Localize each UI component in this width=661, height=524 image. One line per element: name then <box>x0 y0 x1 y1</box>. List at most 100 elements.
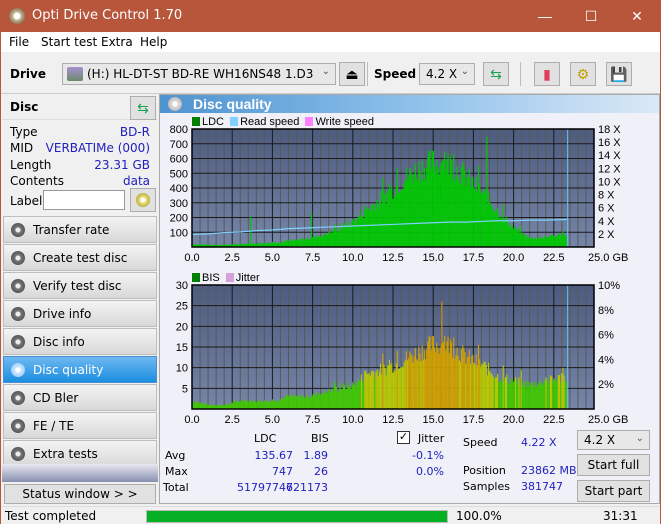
y2-tick-label: 12 X <box>598 163 621 175</box>
data-bar <box>316 237 319 247</box>
data-bar <box>338 231 340 247</box>
disc-icon <box>11 419 25 433</box>
nav-transfer-rate[interactable]: Transfer rate <box>3 216 157 243</box>
data-bar <box>345 227 347 247</box>
data-bar <box>558 374 561 409</box>
data-bar <box>466 177 468 247</box>
data-bar <box>476 365 478 409</box>
eject-icon: ⏏ <box>345 66 359 82</box>
data-bar <box>294 239 296 247</box>
label-disc-button[interactable] <box>130 188 156 212</box>
data-bar <box>406 360 409 409</box>
data-bar <box>497 208 499 247</box>
data-bar <box>540 384 543 409</box>
data-bar <box>343 223 346 247</box>
data-bar <box>424 179 427 247</box>
data-bar <box>298 238 301 247</box>
eject-button[interactable]: ⏏ <box>339 62 365 86</box>
data-bar <box>472 354 474 409</box>
data-bar <box>322 234 324 247</box>
data-bar <box>525 387 527 409</box>
refresh-button[interactable]: ⇆ <box>483 62 509 86</box>
jitter-checkbox[interactable]: ✓ <box>397 431 410 444</box>
data-bar <box>327 235 329 247</box>
data-bar <box>331 230 333 247</box>
data-bar <box>508 384 510 409</box>
status-window-button[interactable]: Status window > > <box>4 484 156 504</box>
data-bar <box>367 374 369 409</box>
data-bar <box>402 366 404 409</box>
data-bar <box>452 179 454 247</box>
nav-drive-info[interactable]: Drive info <box>3 300 157 327</box>
data-bar <box>378 371 380 409</box>
drive-select[interactable]: (H:) HL-DT-ST BD-RE WH16NS48 1.D3 ⌄ <box>62 63 336 85</box>
data-bar <box>551 234 553 247</box>
label-input[interactable] <box>43 190 125 210</box>
nav-cd-bler[interactable]: CD Bler <box>3 384 157 411</box>
speed-select[interactable]: 4.2 X ⌄ <box>419 63 475 85</box>
disc-info: Type BD-R MID VERBATIMe (000) Length 23.31 … <box>2 120 158 215</box>
data-bar <box>431 150 433 247</box>
data-bar <box>393 195 395 247</box>
menu-extra[interactable]: Extra <box>101 35 133 49</box>
data-bar <box>366 209 368 247</box>
y2-tick-label: 2% <box>598 379 614 391</box>
nav-disc-info[interactable]: Disc info <box>3 328 157 355</box>
data-bar <box>446 159 448 247</box>
data-bar <box>288 241 290 247</box>
data-bar <box>528 381 530 409</box>
save-button[interactable]: 💾 <box>606 62 632 86</box>
data-bar <box>429 150 431 247</box>
data-bar <box>443 341 445 409</box>
data-bar <box>510 383 512 409</box>
menu-start-test[interactable]: Start test <box>41 35 97 49</box>
nav-spacer <box>2 464 158 482</box>
disc-title: Disc <box>10 100 39 114</box>
data-bar <box>266 400 268 409</box>
nav-extra-tests[interactable]: Extra tests <box>3 440 157 467</box>
data-bar <box>385 203 387 247</box>
data-bar <box>367 209 369 247</box>
data-bar <box>336 228 338 247</box>
data-bar <box>432 336 435 409</box>
nav-create-test-disc[interactable]: Create test disc <box>3 244 157 271</box>
data-bar <box>386 366 388 409</box>
data-bar <box>300 240 302 247</box>
nav-fe-te[interactable]: FE / TE <box>3 412 157 439</box>
spike-bar <box>486 136 488 247</box>
data-bar <box>408 176 410 247</box>
data-bar <box>271 399 274 409</box>
erase-button[interactable]: ▮ <box>534 62 560 86</box>
settings-button[interactable]: ⚙ <box>570 62 596 86</box>
disc-icon <box>11 279 25 293</box>
data-bar <box>543 382 545 409</box>
data-bar <box>493 211 495 247</box>
y-tick-label: 600 <box>170 154 188 166</box>
data-bar <box>195 402 197 409</box>
close-button[interactable]: ✕ <box>614 1 660 32</box>
data-bar <box>343 384 346 409</box>
nav-disc-quality[interactable]: Disc quality <box>3 356 157 383</box>
data-bar <box>242 402 244 409</box>
data-bar <box>303 238 305 247</box>
minimize-button[interactable]: — <box>522 1 568 32</box>
start-full-button[interactable]: Start full <box>577 454 650 476</box>
data-bar <box>533 239 535 247</box>
test-speed-select[interactable]: 4.2 X ⌄ <box>577 430 650 450</box>
maximize-button[interactable]: ☐ <box>568 1 614 32</box>
data-bar <box>556 378 558 409</box>
menu-help[interactable]: Help <box>140 35 167 49</box>
data-bar <box>294 394 296 409</box>
data-bar <box>538 382 540 409</box>
menu-file[interactable]: File <box>9 35 29 49</box>
start-part-button[interactable]: Start part <box>577 480 650 502</box>
data-bar <box>327 393 329 409</box>
disc-refresh-button[interactable]: ⇆ <box>130 96 156 120</box>
data-bar <box>391 362 393 409</box>
disc-contents-value: data <box>122 174 150 188</box>
data-bar <box>342 384 344 409</box>
data-bar <box>229 403 231 409</box>
data-bar <box>518 228 520 247</box>
data-bar <box>292 396 294 409</box>
nav-verify-test-disc[interactable]: Verify test disc <box>3 272 157 299</box>
